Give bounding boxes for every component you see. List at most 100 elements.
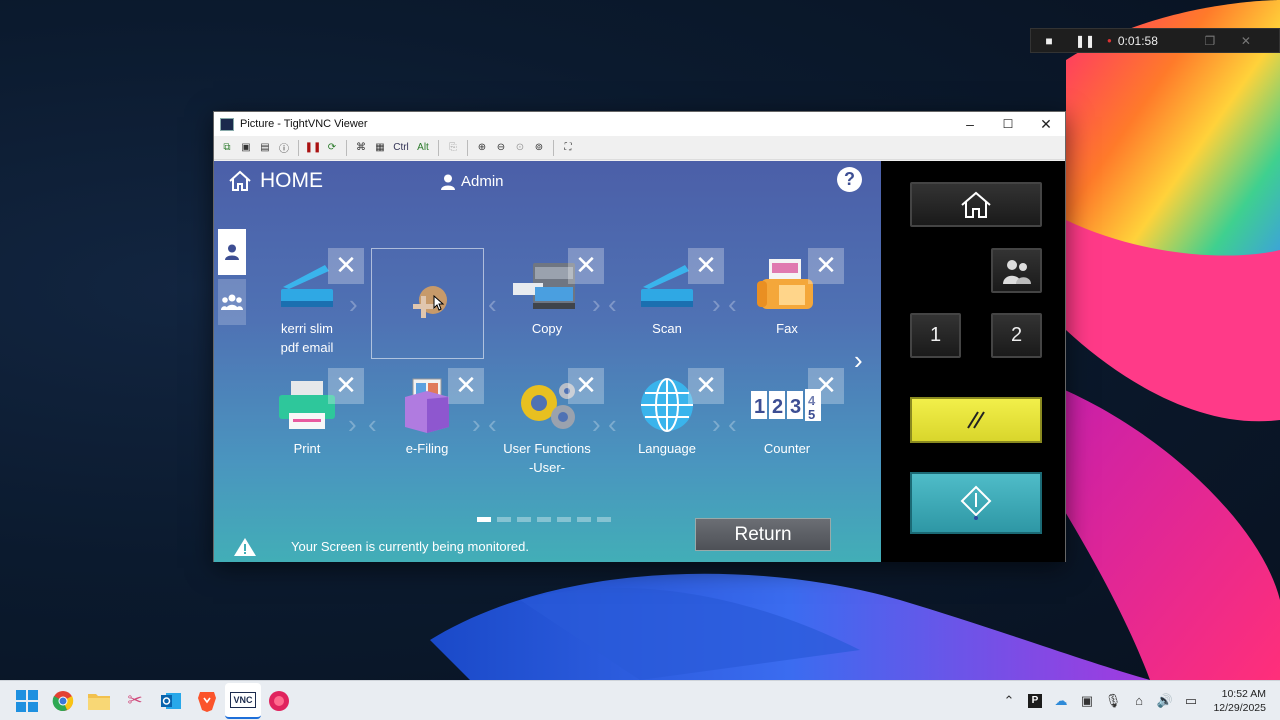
home-title: HOME <box>260 169 323 192</box>
clock-time: 10:52 AM <box>1221 687 1266 700</box>
zoom-fit-icon[interactable]: ⊚ <box>531 140 547 156</box>
ctrl-alt-del-icon[interactable]: ⌘ <box>353 140 369 156</box>
remove-shortcut-button[interactable]: ✕ <box>328 368 364 404</box>
page-dot[interactable] <box>597 517 611 522</box>
toolbar-divider <box>438 139 439 156</box>
new-connection-icon[interactable]: ⧉ <box>219 140 235 156</box>
clipboard-icon: ⎘ <box>449 142 457 153</box>
recording-dot-icon: ● <box>1107 36 1112 45</box>
remove-shortcut-button[interactable]: ✕ <box>688 248 724 284</box>
app-label: Fax <box>776 321 798 336</box>
return-button[interactable]: Return <box>695 518 831 551</box>
tray-app-icon[interactable]: P <box>1028 693 1042 708</box>
window-title: Picture - TightVNC Viewer <box>240 118 368 130</box>
alt-key-button[interactable]: Alt <box>414 140 432 156</box>
chevron-left-icon: ‹ <box>728 289 737 319</box>
remove-shortcut-button[interactable]: ✕ <box>808 368 844 404</box>
hardware-button-panel: 1 2 <box>881 161 1065 562</box>
outlook-icon <box>161 692 181 709</box>
chrome-taskbar-button[interactable] <box>45 683 81 719</box>
page-dot[interactable] <box>557 517 571 522</box>
user-indicator[interactable]: Admin <box>441 173 504 190</box>
refresh-icon[interactable]: ⟳ <box>324 140 340 156</box>
clock[interactable]: 10:52 AM 12/29/2025 <box>1204 687 1266 715</box>
person-icon <box>225 244 239 260</box>
hw-button-1[interactable]: 1 <box>910 313 961 358</box>
hw-user-button[interactable] <box>991 248 1042 293</box>
help-button[interactable]: ? <box>837 167 862 192</box>
remove-shortcut-button[interactable]: ✕ <box>328 248 364 284</box>
network-icon[interactable]: ⌂ <box>1126 693 1152 708</box>
chevron-left-icon: ‹ <box>368 409 377 439</box>
svg-text:1: 1 <box>754 396 765 418</box>
pause-updates-icon[interactable]: ❚❚ <box>305 140 322 156</box>
options-icon[interactable]: ▤ <box>257 140 273 156</box>
snipping-tool-taskbar-button[interactable]: ✂ <box>117 683 153 719</box>
file-explorer-taskbar-button[interactable] <box>81 683 117 719</box>
page-dot[interactable] <box>517 517 531 522</box>
start-button[interactable] <box>9 683 45 719</box>
svg-text:2: 2 <box>772 396 783 418</box>
hw-clear-button[interactable] <box>910 397 1042 443</box>
chevron-up-icon[interactable]: ⌃ <box>996 693 1022 709</box>
minimize-button[interactable]: – <box>951 116 989 132</box>
brave-taskbar-button[interactable] <box>189 683 225 719</box>
app-label: e-Filing <box>405 441 449 456</box>
page-dot[interactable] <box>497 517 511 522</box>
info-icon[interactable]: ⓘ <box>276 140 292 156</box>
zoom-in-icon[interactable]: ⊕ <box>474 140 490 156</box>
svg-text:5: 5 <box>808 407 815 422</box>
remove-shortcut-button[interactable]: ✕ <box>568 248 604 284</box>
hw-button-2[interactable]: 2 <box>991 313 1042 358</box>
chevron-left-icon: ‹ <box>608 289 617 319</box>
microphone-icon[interactable]: 🎙 <box>1100 693 1126 709</box>
user-icon <box>441 174 455 190</box>
display-icon[interactable]: ▣ <box>1074 693 1100 709</box>
page-dot[interactable] <box>577 517 591 522</box>
hw-home-button[interactable] <box>910 182 1042 227</box>
chevron-left-icon: ‹ <box>488 409 497 439</box>
volume-icon[interactable]: 🔊 <box>1152 693 1178 709</box>
page-dot[interactable] <box>537 517 551 522</box>
empty-shortcut-slot[interactable] <box>371 248 484 359</box>
close-icon[interactable]: ✕ <box>1228 34 1264 48</box>
restore-icon[interactable]: ❐ <box>1192 34 1228 48</box>
tightvnc-taskbar-button[interactable]: VNC <box>225 682 261 719</box>
chevron-right-icon: › <box>712 409 721 439</box>
remove-shortcut-button[interactable]: ✕ <box>448 368 484 404</box>
page-dot-active[interactable] <box>477 517 491 522</box>
chrome-icon <box>52 690 74 711</box>
remove-shortcut-button[interactable]: ✕ <box>568 368 604 404</box>
stop-icon[interactable]: ■ <box>1031 34 1067 48</box>
home-icon <box>229 170 251 191</box>
outlook-taskbar-button[interactable] <box>153 683 189 719</box>
onedrive-icon[interactable]: ☁ <box>1048 693 1074 709</box>
chevron-right-icon: › <box>592 289 601 319</box>
home-header[interactable]: HOME <box>228 169 323 193</box>
save-icon[interactable]: ▣ <box>238 140 254 156</box>
zoom-100-icon[interactable]: ⊙ <box>512 140 528 156</box>
hw-start-button[interactable] <box>910 472 1042 534</box>
brave-icon <box>198 691 216 712</box>
ctrl-key-button[interactable]: Ctrl <box>391 140 411 156</box>
windows-logo-icon <box>16 689 38 712</box>
remove-shortcut-button[interactable]: ✕ <box>808 248 844 284</box>
toolbar-divider <box>346 139 347 156</box>
fullscreen-icon[interactable]: ⛶ <box>560 140 576 156</box>
app-label: kerri slim pdf email <box>280 321 334 355</box>
pause-icon[interactable]: ❚❚ <box>1067 34 1103 48</box>
tab-personal[interactable] <box>218 229 246 275</box>
close-window-button[interactable]: ✕ <box>1027 116 1065 133</box>
recorder-taskbar-button[interactable] <box>261 683 297 719</box>
tab-shared[interactable] <box>218 279 246 325</box>
zoom-out-icon[interactable]: ⊖ <box>493 140 509 156</box>
page-indicator <box>477 517 611 522</box>
send-win-key-icon[interactable]: ▦ <box>372 140 388 156</box>
battery-icon[interactable]: ▭ <box>1178 693 1204 709</box>
next-page-arrow[interactable]: › <box>854 345 863 376</box>
chevron-right-icon: › <box>348 409 357 439</box>
folder-icon <box>88 693 110 710</box>
maximize-button[interactable]: ☐ <box>989 117 1027 131</box>
remove-shortcut-button[interactable]: ✕ <box>688 368 724 404</box>
screen-recorder-bar: ■ ❚❚ ● 0:01:58 ❐ ✕ <box>1030 28 1280 53</box>
